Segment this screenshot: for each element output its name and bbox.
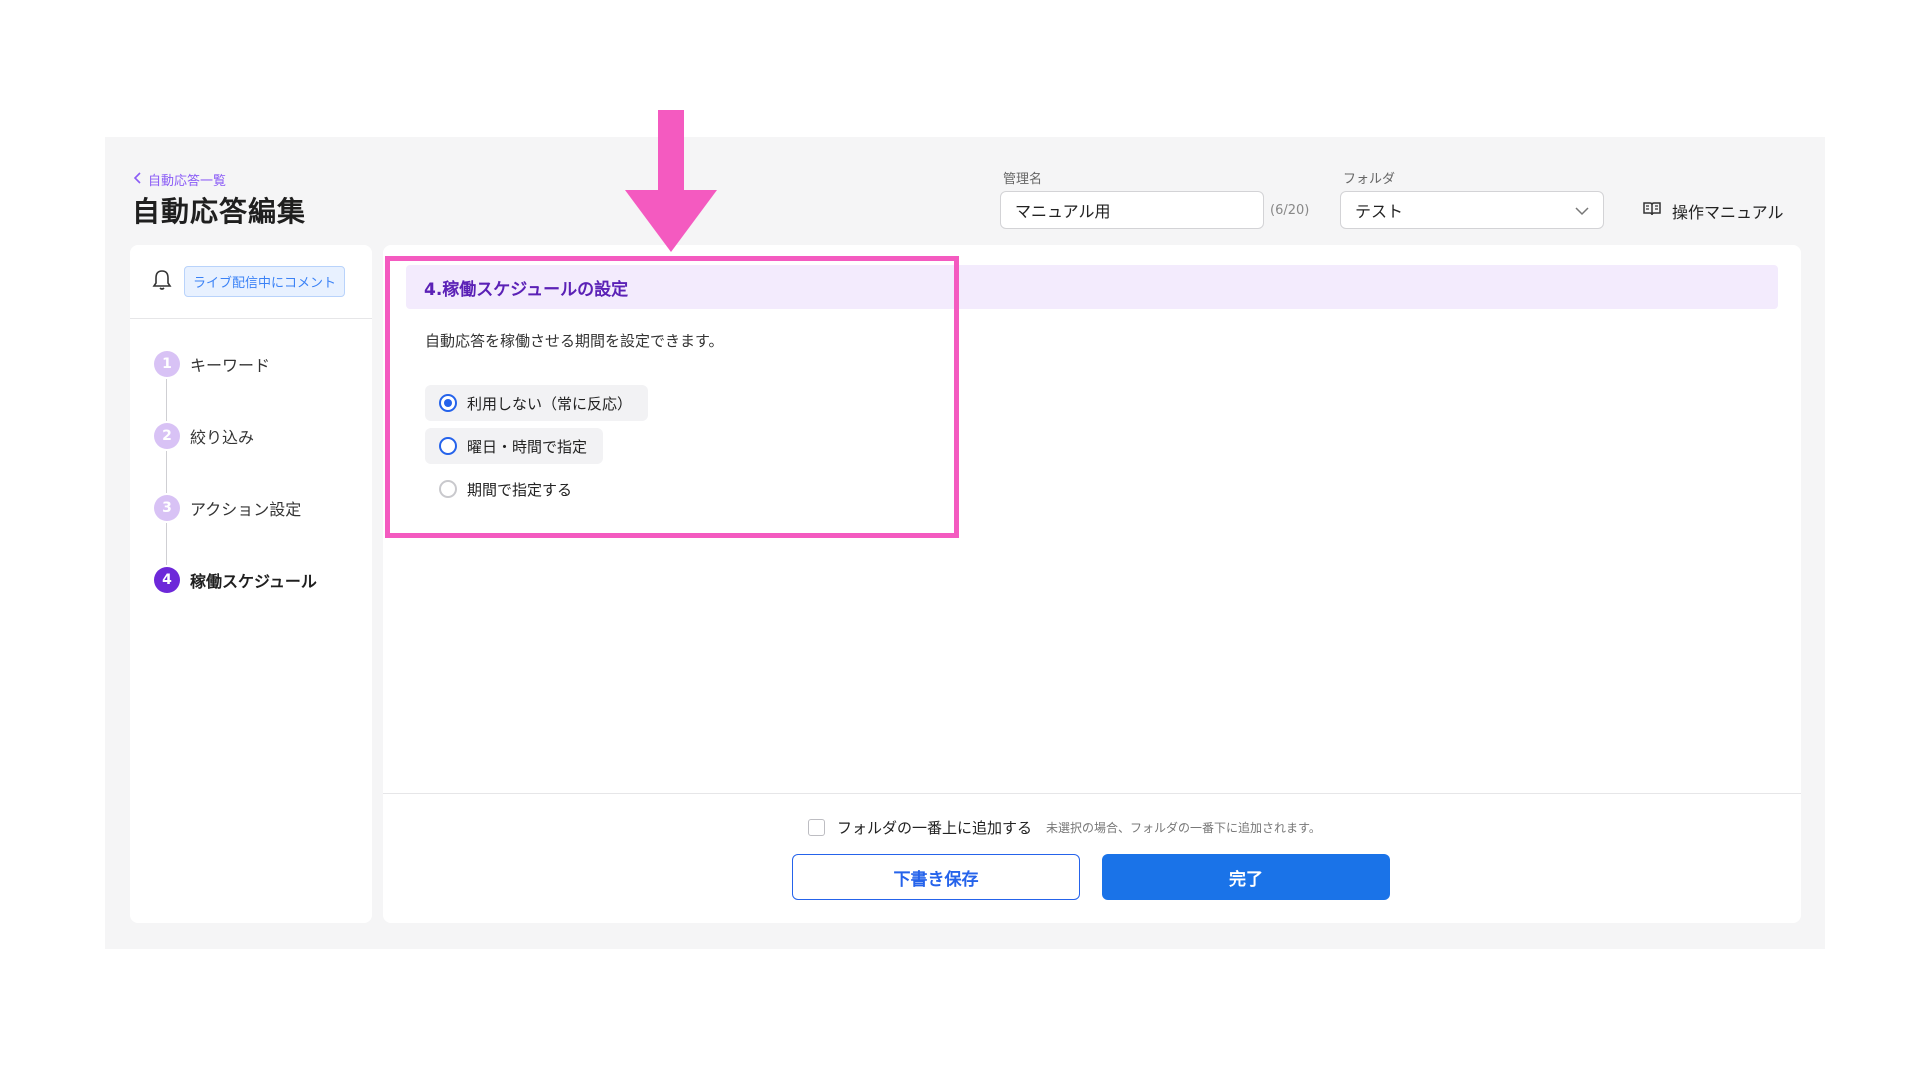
bell-icon (152, 269, 172, 295)
management-name-value: マニュアル用 (1015, 202, 1111, 221)
step-connector (166, 379, 167, 421)
add-to-top-checkbox[interactable] (808, 819, 825, 836)
section-title: 4.稼働スケジュールの設定 (406, 265, 1778, 309)
annotation-arrow-shaft (658, 110, 684, 192)
trigger-type-badge: ライブ配信中にコメント (184, 266, 346, 297)
step-number: 2 (154, 423, 180, 449)
step-sidebar: ライブ配信中にコメント 1 キーワード 2 絞り込み 3 アクション設定 4 稼… (130, 245, 372, 923)
annotation-arrow-head (625, 190, 717, 252)
step-label: アクション設定 (190, 500, 302, 519)
folder-field-label: フォルダ (1343, 172, 1396, 187)
radio-label: 曜日・時間で指定 (467, 437, 588, 456)
chevron-left-icon (133, 171, 142, 188)
radio-option-period[interactable]: 期間で指定する (425, 471, 588, 507)
section-description: 自動応答を稼働させる期間を設定できます。 (425, 332, 724, 350)
step-number: 1 (154, 351, 180, 377)
step-item-keyword[interactable]: 1 キーワード (154, 349, 372, 421)
radio-option-not-use[interactable]: 利用しない（常に反応） (425, 385, 649, 421)
add-to-top-label: フォルダの一番上に追加する (837, 819, 1033, 837)
footer-divider (383, 793, 1801, 794)
step-number: 4 (154, 567, 180, 593)
radio-button-selected[interactable] (439, 394, 457, 412)
sidebar-trigger-area: ライブ配信中にコメント (130, 245, 372, 319)
step-item-schedule[interactable]: 4 稼働スケジュール (154, 565, 372, 595)
name-field-label: 管理名 (1003, 172, 1043, 187)
folder-select-value: テスト (1355, 202, 1404, 221)
step-label: 絞り込み (190, 428, 255, 447)
step-label: キーワード (190, 356, 271, 375)
radio-label: 利用しない（常に反応） (467, 394, 633, 413)
radio-button[interactable] (439, 437, 457, 455)
complete-button[interactable]: 完了 (1102, 854, 1390, 900)
operation-manual-label: 操作マニュアル (1672, 203, 1784, 222)
step-connector (166, 523, 167, 565)
radio-option-weekday-time[interactable]: 曜日・時間で指定 (425, 428, 604, 464)
save-draft-button[interactable]: 下書き保存 (792, 854, 1080, 900)
step-connector (166, 451, 167, 493)
step-item-filter[interactable]: 2 絞り込み (154, 421, 372, 493)
name-char-counter: (6/20) (1270, 203, 1310, 218)
operation-manual-link[interactable]: 操作マニュアル (1642, 199, 1784, 223)
radio-label: 期間で指定する (467, 480, 573, 499)
radio-button[interactable] (439, 480, 457, 498)
book-icon (1642, 201, 1662, 221)
step-item-action[interactable]: 3 アクション設定 (154, 493, 372, 565)
step-label: 稼働スケジュール (190, 572, 317, 591)
add-to-top-row: フォルダの一番上に追加する 未選択の場合、フォルダの一番下に追加されます。 (808, 817, 1321, 838)
add-to-top-hint: 未選択の場合、フォルダの一番下に追加されます。 (1046, 821, 1321, 835)
folder-select[interactable]: テスト (1340, 191, 1604, 229)
step-list: 1 キーワード 2 絞り込み 3 アクション設定 4 稼働スケジュール (130, 319, 372, 595)
back-link-label: 自動応答一覧 (148, 174, 227, 189)
chevron-down-icon (1575, 201, 1589, 220)
page-title: 自動応答編集 (132, 195, 307, 228)
step-number: 3 (154, 495, 180, 521)
management-name-input[interactable]: マニュアル用 (1000, 191, 1264, 229)
back-to-list-link[interactable]: 自動応答一覧 (133, 170, 226, 189)
